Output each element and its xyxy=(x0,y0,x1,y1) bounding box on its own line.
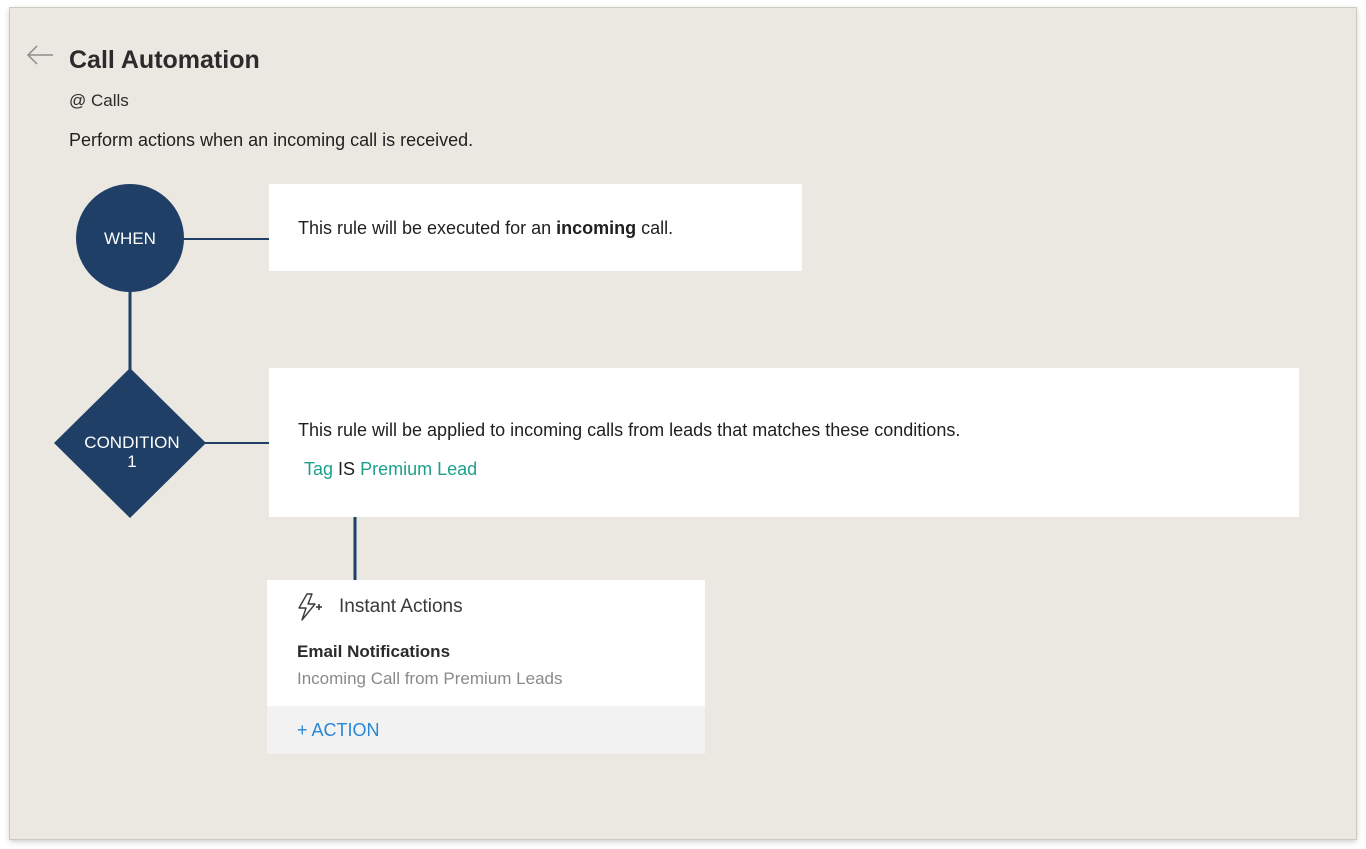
condition-criteria: Tag IS Premium Lead xyxy=(304,459,477,480)
action-item-description: Incoming Call from Premium Leads xyxy=(297,669,563,688)
condition-node-label: CONDITION 1 xyxy=(70,433,194,471)
when-text-after: call. xyxy=(636,218,674,238)
condition-rule-text: This rule will be applied to incoming ca… xyxy=(298,420,961,440)
when-node-label: WHEN xyxy=(104,229,156,248)
criteria-value: Premium Lead xyxy=(360,459,478,479)
when-text-bold: incoming xyxy=(556,218,637,238)
when-text-before: This rule will be executed for an xyxy=(298,218,557,238)
condition-label-line2: 1 xyxy=(127,452,137,471)
instant-actions-card: Instant Actions Email Notifications Inco… xyxy=(267,580,705,754)
criteria-operator: IS xyxy=(338,459,356,479)
app-window: Call Automation @ Calls Perform actions … xyxy=(10,8,1356,839)
actions-header: Instant Actions xyxy=(295,592,463,622)
condition-card[interactable]: This rule will be applied to incoming ca… xyxy=(269,368,1299,517)
when-card[interactable]: This rule will be executed for an incomi… xyxy=(269,184,802,271)
lightning-plus-icon xyxy=(298,593,322,621)
actions-footer: + ACTION xyxy=(267,706,705,754)
when-rule-text: This rule will be executed for an incomi… xyxy=(298,218,673,239)
criteria-field: Tag xyxy=(304,459,334,479)
condition-label-line1: CONDITION xyxy=(84,433,180,452)
actions-title: Instant Actions xyxy=(339,596,463,617)
add-action-button[interactable]: + ACTION xyxy=(297,720,380,741)
action-item-name[interactable]: Email Notifications xyxy=(297,642,450,662)
